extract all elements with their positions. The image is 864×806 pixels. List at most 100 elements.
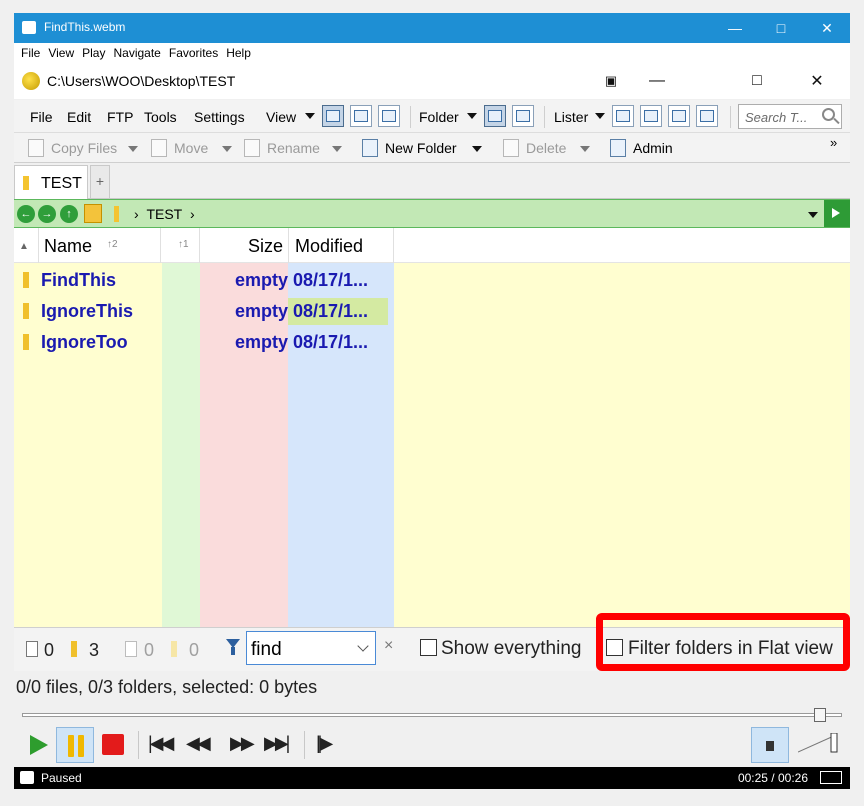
seek-thumb[interactable] <box>813 708 826 722</box>
details-view-icon[interactable] <box>322 105 344 127</box>
view-dropdown-icon[interactable] <box>305 113 315 119</box>
table-row[interactable]: IgnoreThis empty 08/17/1... <box>14 296 394 327</box>
lister-close-icon[interactable]: ✕ <box>794 63 840 99</box>
folder-tree-icon[interactable] <box>484 105 506 127</box>
pause-button[interactable] <box>56 727 94 763</box>
menu-edit[interactable]: Edit <box>67 109 91 125</box>
fast-forward-icon[interactable]: ▶▶ <box>230 733 255 754</box>
separator <box>410 106 411 128</box>
play-button[interactable] <box>18 727 56 763</box>
tab-test[interactable]: TEST <box>14 165 88 199</box>
toolbar-overflow-icon[interactable]: » <box>830 135 837 150</box>
menu-ftp[interactable]: FTP <box>107 109 133 125</box>
folder-count: 3 <box>89 640 100 660</box>
player-menu-view[interactable]: View <box>48 46 74 60</box>
header-expand-icon[interactable]: ▲ <box>19 241 29 252</box>
table-row[interactable]: IgnoreToo empty 08/17/1... <box>14 327 394 358</box>
move-dropdown-icon[interactable] <box>222 146 232 152</box>
display-icon[interactable] <box>820 771 842 784</box>
filter-icon[interactable] <box>226 639 240 655</box>
table-row[interactable]: FindThis empty 08/17/1... <box>14 265 394 296</box>
chevron-down-icon[interactable] <box>357 640 369 652</box>
go-icon[interactable] <box>824 200 850 227</box>
player-menu-favorites[interactable]: Favorites <box>169 46 218 60</box>
filter-input[interactable]: find <box>246 631 376 665</box>
breadcrumb[interactable]: › TEST › <box>134 206 195 222</box>
player-menu-help[interactable]: Help <box>226 46 251 60</box>
search-input[interactable]: Search T... <box>738 104 842 129</box>
sort-indicator-icon[interactable]: ↑1 <box>178 239 189 250</box>
menu-view[interactable]: View <box>266 109 296 125</box>
player-menu-navigate[interactable]: Navigate <box>113 46 160 60</box>
move-button[interactable]: Move <box>174 140 208 156</box>
status-bar: 0/0 files, 0/3 folders, selected: 0 byte… <box>14 671 850 705</box>
frame-step-icon[interactable]: ||▶ <box>316 733 333 754</box>
viewer-pane-icon[interactable] <box>696 105 718 127</box>
column-size[interactable]: Size <box>248 236 283 257</box>
mute-button[interactable] <box>751 727 789 763</box>
hidden-folder-count: 0 <box>189 640 200 660</box>
folder-layout-icon[interactable] <box>512 105 534 127</box>
new-tab-button[interactable]: + <box>90 165 110 199</box>
lister-maximize-icon[interactable]: □ <box>734 63 780 99</box>
breadcrumb-test[interactable]: TEST <box>146 206 182 222</box>
lister-path: C:\Users\WOO\Desktop\TEST <box>47 73 236 89</box>
menu-lister[interactable]: Lister <box>554 109 588 125</box>
show-everything-checkbox[interactable] <box>420 639 437 656</box>
menu-file[interactable]: File <box>30 109 53 125</box>
folder-tree-toggle-icon[interactable] <box>668 105 690 127</box>
menu-folder[interactable]: Folder <box>419 109 459 125</box>
maximize-icon[interactable]: □ <box>758 13 804 43</box>
clear-filter-icon[interactable]: × <box>384 637 393 655</box>
single-pane-icon[interactable] <box>612 105 634 127</box>
next-icon[interactable]: ▶▶| <box>264 733 290 754</box>
favorites-star-icon[interactable] <box>84 204 102 223</box>
rewind-icon[interactable]: ◀◀ <box>186 733 211 754</box>
admin-button[interactable]: Admin <box>633 140 673 156</box>
dual-pane-icon[interactable] <box>640 105 662 127</box>
close-icon[interactable]: ✕ <box>804 13 850 43</box>
lister-dropdown-icon[interactable] <box>595 113 605 119</box>
power-view-icon[interactable] <box>350 105 372 127</box>
copy-files-button[interactable]: Copy Files <box>51 140 117 156</box>
back-icon[interactable]: ← <box>17 205 35 223</box>
copy-icon <box>28 139 44 157</box>
player-menu-file[interactable]: File <box>21 46 40 60</box>
rename-button[interactable]: Rename <box>267 140 320 156</box>
volume-slider[interactable] <box>798 733 838 753</box>
lister-minimize-icon[interactable]: — <box>634 63 680 99</box>
copy-dropdown-icon[interactable] <box>128 146 138 152</box>
player-menu-bar: File View Play Navigate Favorites Help <box>14 43 850 63</box>
minimize-icon[interactable]: — <box>712 13 758 43</box>
menu-tools[interactable]: Tools <box>144 109 177 125</box>
lister-mode-icon[interactable]: ▣ <box>588 63 634 99</box>
search-icon[interactable] <box>822 108 835 121</box>
player-controls: |◀◀ ◀◀ ▶▶ ▶▶| ||▶ <box>14 725 850 766</box>
thumbnail-view-icon[interactable] <box>378 105 400 127</box>
new-folder-button[interactable]: New Folder <box>385 140 457 156</box>
menu-settings[interactable]: Settings <box>194 109 245 125</box>
delete-dropdown-icon[interactable] <box>580 146 590 152</box>
location-dropdown-icon[interactable] <box>808 212 818 218</box>
stop-button[interactable] <box>94 727 132 763</box>
new-folder-dropdown-icon[interactable] <box>472 146 482 152</box>
hidden-folder-icon <box>171 641 177 657</box>
show-everything-label[interactable]: Show everything <box>441 638 581 660</box>
column-name[interactable]: Name <box>44 236 92 257</box>
seek-track[interactable] <box>22 713 842 717</box>
folder-tabs: TEST + <box>14 163 850 199</box>
tab-label: TEST <box>41 175 82 192</box>
separator <box>288 228 289 263</box>
column-modified[interactable]: Modified <box>295 236 363 257</box>
rename-dropdown-icon[interactable] <box>332 146 342 152</box>
operations-toolbar: Copy Files Move Rename New Folder Delete… <box>14 133 850 163</box>
previous-icon[interactable]: |◀◀ <box>148 733 174 754</box>
separator <box>160 228 161 263</box>
up-icon[interactable]: ↑ <box>60 205 78 223</box>
forward-icon[interactable]: → <box>38 205 56 223</box>
folder-dropdown-icon[interactable] <box>467 113 477 119</box>
player-title-bar: FindThis.webm — □ ✕ <box>14 13 850 43</box>
seek-bar[interactable] <box>14 705 850 725</box>
player-menu-play[interactable]: Play <box>82 46 105 60</box>
delete-button[interactable]: Delete <box>526 140 566 156</box>
